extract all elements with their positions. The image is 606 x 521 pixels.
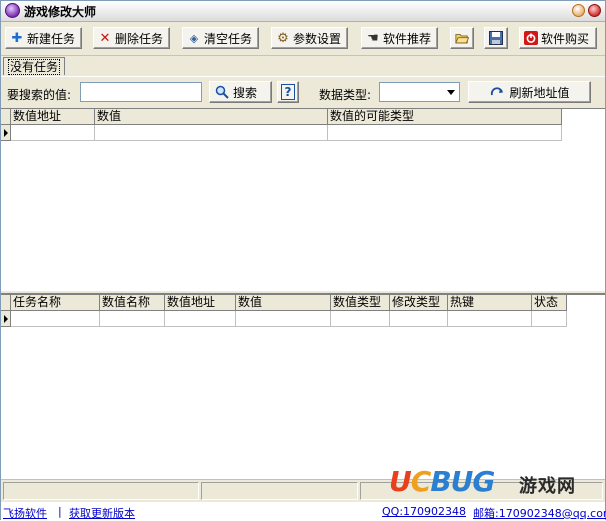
minimize-button[interactable]: [572, 4, 585, 17]
window-title: 游戏修改大师: [24, 5, 97, 19]
search-row: 要搜索的值: 搜索 ? 数据类型: 刷新地址值: [1, 77, 605, 107]
column-header[interactable]: 数值的可能类型: [328, 109, 562, 125]
data-type-select[interactable]: [379, 82, 460, 102]
help-button[interactable]: ?: [277, 81, 299, 103]
column-header[interactable]: 数值: [236, 295, 331, 311]
search-button-label: 搜索: [233, 85, 258, 100]
table-cell[interactable]: [100, 311, 165, 327]
table-cell[interactable]: [11, 125, 95, 141]
delete-task-button[interactable]: ✕ 删除任务: [93, 27, 170, 49]
search-button[interactable]: 搜索: [209, 81, 272, 103]
main-window: 游戏修改大师 ✚ 新建任务 ✕ 删除任务 ◈ 清空任务 ⚙ 参数设置 ☚ 软件推…: [0, 0, 606, 520]
chevron-down-icon: [447, 90, 455, 95]
purchase-button[interactable]: 软件购买: [519, 27, 597, 49]
save-button[interactable]: [484, 27, 508, 49]
status-panel: [3, 482, 199, 500]
column-header[interactable]: 状态: [532, 295, 567, 311]
toolbar: ✚ 新建任务 ✕ 删除任务 ◈ 清空任务 ⚙ 参数设置 ☚ 软件推荐 软件购买: [1, 22, 605, 56]
row-indicator-icon: [1, 125, 11, 141]
table-cell[interactable]: [331, 311, 390, 327]
header-corner: [1, 109, 11, 125]
column-header[interactable]: 数值地址: [11, 109, 95, 125]
open-button[interactable]: [450, 27, 474, 49]
site-watermark: UCBUG 游戏网: [389, 465, 601, 501]
recommend-label: 软件推荐: [383, 31, 432, 46]
title-bar[interactable]: 游戏修改大师: [1, 1, 605, 22]
settings-button[interactable]: ⚙ 参数设置: [271, 27, 348, 49]
footer: 飞扬软件 | 获取更新版本 QQ:170902348 邮箱:170902348@…: [1, 502, 606, 521]
refresh-address-button[interactable]: 刷新地址值: [468, 81, 591, 103]
app-icon: [5, 3, 20, 18]
email-link[interactable]: 邮箱:170902348@qq.com: [473, 505, 606, 521]
table-cell[interactable]: [11, 311, 100, 327]
column-header[interactable]: 数值名称: [100, 295, 165, 311]
company-link[interactable]: 飞扬软件: [3, 505, 47, 521]
table-cell[interactable]: [532, 311, 567, 327]
table-cell[interactable]: [328, 125, 562, 141]
delete-x-icon: ✕: [99, 30, 111, 46]
table-cell[interactable]: [390, 311, 448, 327]
column-header[interactable]: 数值类型: [331, 295, 390, 311]
settings-icon: ⚙: [277, 30, 289, 46]
column-header[interactable]: 任务名称: [11, 295, 100, 311]
eraser-icon: ◈: [189, 31, 199, 45]
row-indicator-icon: [1, 311, 11, 327]
refresh-icon: [489, 86, 505, 98]
address-table-header: 数值地址 数值 数值的可能类型: [1, 109, 562, 125]
delete-task-label: 删除任务: [115, 31, 164, 46]
table-cell[interactable]: [236, 311, 331, 327]
table-row[interactable]: [1, 311, 567, 327]
watermark-site-name: 游戏网: [519, 476, 576, 497]
open-folder-icon: [455, 31, 469, 45]
qq-link[interactable]: QQ:170902348: [382, 505, 466, 518]
column-header[interactable]: 修改类型: [390, 295, 448, 311]
watermark-logo: UCBUG: [389, 465, 495, 498]
settings-label: 参数设置: [293, 31, 342, 46]
search-icon: [215, 85, 229, 99]
column-header[interactable]: 数值: [95, 109, 328, 125]
search-value-input[interactable]: [80, 82, 202, 102]
clear-tasks-label: 清空任务: [204, 31, 253, 46]
power-icon: [524, 31, 538, 45]
purchase-label: 软件购买: [541, 31, 590, 46]
search-value-label: 要搜索的值:: [7, 88, 72, 102]
table-cell[interactable]: [448, 311, 532, 327]
recommend-button[interactable]: ☚ 软件推荐: [361, 27, 438, 49]
plus-icon: ✚: [11, 30, 23, 46]
tab-no-task[interactable]: 没有任务: [3, 57, 66, 75]
data-type-label: 数据类型:: [319, 88, 372, 102]
header-corner: [1, 295, 11, 311]
task-table-header: 任务名称 数值名称 数值地址 数值 数值类型 修改类型 热键 状态: [1, 295, 567, 311]
table-cell[interactable]: [95, 125, 328, 141]
refresh-address-label: 刷新地址值: [509, 85, 570, 100]
close-button[interactable]: [588, 4, 601, 17]
new-task-label: 新建任务: [27, 31, 76, 46]
table-cell[interactable]: [165, 311, 236, 327]
column-header[interactable]: 热键: [448, 295, 532, 311]
clear-tasks-button[interactable]: ◈ 清空任务: [182, 27, 259, 49]
update-link[interactable]: 获取更新版本: [69, 505, 135, 521]
tab-no-task-label: 没有任务: [8, 59, 61, 75]
task-table: 任务名称 数值名称 数值地址 数值 数值类型 修改类型 热键 状态: [1, 294, 605, 480]
hand-icon: ☚: [367, 30, 379, 46]
task-tabs: 没有任务: [1, 56, 605, 77]
footer-separator: |: [58, 505, 62, 518]
save-disk-icon: [489, 31, 503, 45]
new-task-button[interactable]: ✚ 新建任务: [5, 27, 82, 49]
status-panel: [201, 482, 358, 500]
column-header[interactable]: 数值地址: [165, 295, 236, 311]
help-icon: ?: [281, 84, 295, 100]
table-row[interactable]: [1, 125, 562, 141]
address-table: 数值地址 数值 数值的可能类型: [1, 108, 605, 291]
